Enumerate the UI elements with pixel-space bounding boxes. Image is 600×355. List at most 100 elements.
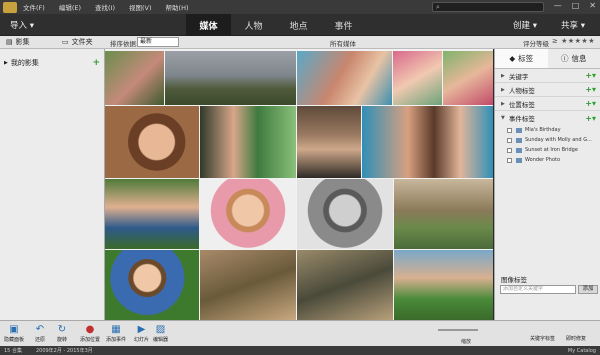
instant-fix-button[interactable]: 即时修复 — [566, 335, 586, 342]
my-albums-label: 我的影集 — [10, 59, 39, 67]
menu-help[interactable]: 帮助(H) — [166, 2, 189, 12]
photo-thumbnail[interactable] — [200, 179, 296, 249]
menu-bar: 文件(F) 编辑(E) 查找(I) 视图(V) 帮助(H) ⌕ — □ ✕ — [0, 0, 600, 14]
add-event-tag-button[interactable]: +▾ — [585, 114, 596, 123]
add-album-button[interactable]: + — [92, 58, 100, 68]
folders-tab-label: 文件夹 — [71, 38, 93, 46]
create-button[interactable]: 创建 ▾ — [513, 19, 537, 31]
date-range: 2009年2月 - 2015年3月 — [35, 348, 93, 354]
rotate-button[interactable]: ↻ 旋转 — [56, 323, 68, 344]
event-tag-label: Mia's Birthday — [525, 127, 561, 133]
add-location-button[interactable]: ● 添加位置 — [80, 323, 101, 344]
catalog-name[interactable]: My Catalog — [568, 348, 596, 354]
photo-thumbnail[interactable] — [200, 106, 296, 178]
event-tag-item[interactable]: Sunset at Iron Bridge — [495, 145, 600, 155]
event-tags-section[interactable]: ▼ 事件标签 +▾ — [495, 111, 600, 125]
hide-panel-button[interactable]: ▣ 隐藏面板 — [4, 323, 24, 344]
menu-file[interactable]: 文件(F) — [23, 2, 45, 12]
tab-tags-label: 标签 — [518, 54, 534, 63]
event-checkbox[interactable] — [507, 157, 512, 163]
tab-info[interactable]: ⓘ 信息 — [548, 49, 600, 68]
add-people-tag-button[interactable]: +▾ — [585, 85, 596, 94]
sort-select[interactable]: 最新 — [137, 37, 179, 47]
tab-tags[interactable]: ◆ 标签 — [495, 49, 548, 68]
undo-label: 还原 — [34, 337, 45, 343]
photo-thumbnail[interactable] — [297, 106, 361, 178]
photo-thumbnail[interactable] — [394, 179, 493, 249]
add-event-label: 添加事件 — [106, 337, 127, 343]
photo-thumbnail[interactable] — [105, 106, 199, 178]
zoom-label: 缩放 — [461, 339, 472, 345]
event-tag-item[interactable]: Sunday with Molly and G... — [495, 135, 600, 145]
menu-edit[interactable]: 编辑(E) — [59, 2, 81, 12]
editor-label: 编辑器 — [153, 337, 169, 343]
undo-icon: ↶ — [35, 323, 45, 335]
photo-thumbnail[interactable] — [105, 179, 199, 249]
rotate-label: 旋转 — [56, 337, 67, 343]
keyword-tags-button[interactable]: 关键字标签 — [530, 335, 555, 342]
event-checkbox[interactable] — [507, 127, 512, 133]
photo-thumbnail[interactable] — [362, 106, 493, 178]
add-location-label: 添加位置 — [80, 337, 101, 343]
search-input[interactable]: ⌕ — [432, 2, 544, 12]
menu-view[interactable]: 视图(V) — [129, 2, 152, 12]
slideshow-label: 幻灯片 — [134, 337, 150, 343]
photo-thumbnail[interactable] — [297, 250, 393, 320]
photo-thumbnail[interactable] — [393, 51, 442, 105]
photo-thumbnail[interactable] — [443, 51, 493, 105]
add-place-tag-button[interactable]: +▾ — [585, 99, 596, 108]
keywords-section[interactable]: ▶ 关键字 +▾ — [495, 69, 600, 83]
photo-thumbnail[interactable] — [200, 250, 296, 320]
editor-button[interactable]: ▨ 编辑器 — [153, 323, 169, 344]
photo-thumbnail[interactable] — [297, 179, 393, 249]
zoom-slider[interactable] — [438, 329, 478, 331]
close-button[interactable]: ✕ — [589, 1, 596, 10]
expand-arrow-icon: ▶ — [501, 72, 505, 79]
albums-panel: ▶ 我的影集 + — [0, 49, 105, 320]
add-event-button[interactable]: ▦ 添加事件 — [106, 323, 127, 344]
event-icon: ▦ — [111, 323, 121, 335]
event-checkbox[interactable] — [507, 147, 512, 153]
event-tag-icon — [516, 137, 522, 143]
my-albums-row[interactable]: ▶ 我的影集 + — [4, 58, 100, 68]
app-logo-icon — [3, 1, 17, 13]
status-bar: 15 合集 2009年2月 - 2015年3月 My Catalog — [0, 346, 600, 355]
photo-thumbnail[interactable] — [297, 51, 392, 105]
tab-people[interactable]: 人物 — [231, 14, 276, 36]
import-button[interactable]: 导入 ▾ — [10, 19, 34, 31]
albums-tab[interactable]: ▤ 影集 — [6, 37, 30, 47]
tags-panel: ◆ 标签 ⓘ 信息 ▶ 关键字 +▾ ▶ 人物标签 +▾ ▶ 位置标签 +▾ ▼… — [494, 49, 600, 320]
sort-value: 最新 — [140, 38, 153, 45]
add-tag-button[interactable]: 添加 — [578, 285, 598, 294]
undo-button[interactable]: ↶ 还原 — [34, 323, 46, 344]
slideshow-icon: ▶ — [137, 323, 146, 335]
tab-places[interactable]: 地点 — [276, 14, 321, 36]
place-tags-section[interactable]: ▶ 位置标签 +▾ — [495, 97, 600, 111]
photo-thumbnail[interactable] — [105, 250, 199, 320]
event-checkbox[interactable] — [507, 137, 512, 143]
slideshow-button[interactable]: ▶ 幻灯片 — [134, 323, 150, 344]
menu-find[interactable]: 查找(I) — [95, 2, 115, 12]
tab-media[interactable]: 媒体 — [186, 14, 231, 36]
folders-tab[interactable]: ▭ 文件夹 — [62, 37, 93, 47]
tag-input[interactable]: 添加自定义关键字 — [500, 285, 576, 294]
people-tags-section[interactable]: ▶ 人物标签 +▾ — [495, 83, 600, 97]
people-tags-label: 人物标签 — [508, 86, 535, 95]
photo-thumbnail[interactable] — [105, 51, 164, 105]
event-tag-item[interactable]: Wonder Photo — [495, 155, 600, 165]
expand-arrow-icon: ▶ — [501, 86, 505, 93]
photo-grid — [105, 49, 493, 320]
photo-thumbnail[interactable] — [165, 51, 296, 105]
keywords-label: 关键字 — [508, 72, 529, 81]
share-button[interactable]: 共享 ▾ — [561, 19, 585, 31]
event-tag-item[interactable]: Mia's Birthday — [495, 125, 600, 135]
rating-stars[interactable]: ≥ ★★★★★ — [552, 37, 595, 45]
instant-fix-label: 即时修复 — [566, 336, 587, 342]
tab-info-label: 信息 — [571, 54, 587, 63]
tab-events[interactable]: 事件 — [321, 14, 366, 36]
photo-thumbnail[interactable] — [394, 250, 493, 320]
info-icon: ⓘ — [561, 54, 569, 63]
maximize-button[interactable]: □ — [572, 1, 580, 10]
add-keyword-button[interactable]: +▾ — [585, 71, 596, 80]
minimize-button[interactable]: — — [554, 1, 562, 10]
